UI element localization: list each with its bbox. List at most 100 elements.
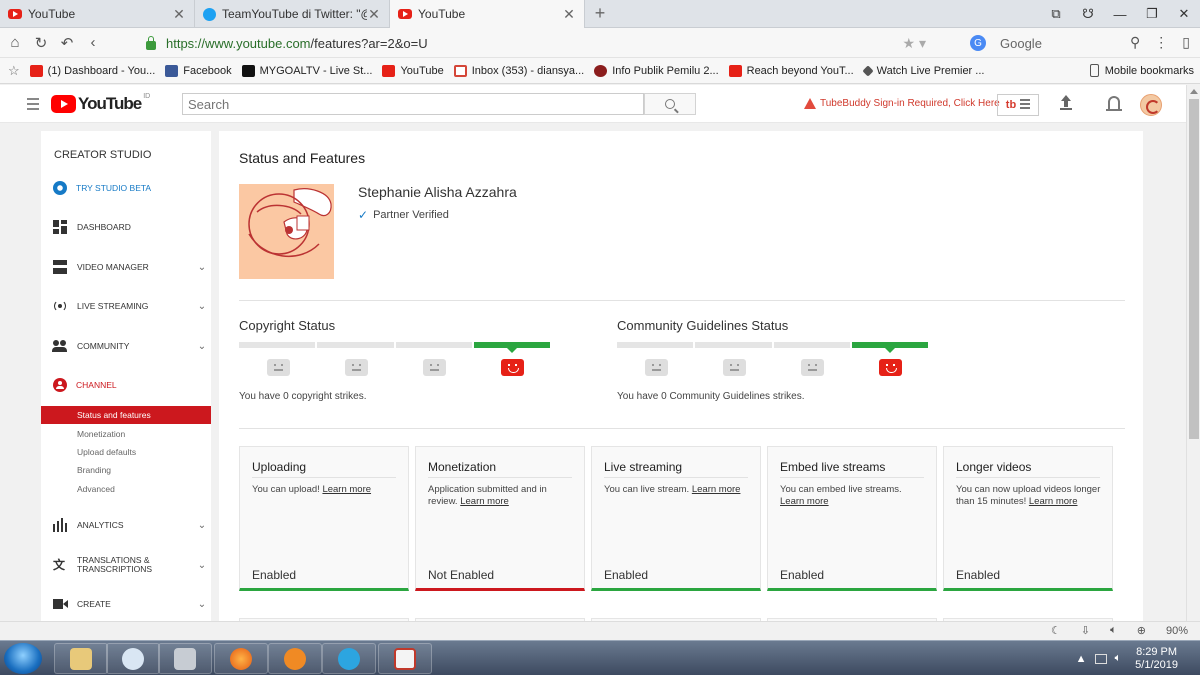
sidebar-sub-monetization[interactable]: Monetization: [41, 425, 211, 443]
search-engine-field[interactable]: G Google: [970, 33, 1130, 53]
upload-icon[interactable]: [1060, 95, 1072, 111]
sidebar-item-live-streaming[interactable]: LIVE STREAMING ⌄: [41, 296, 211, 316]
reload-icon[interactable]: ↻: [28, 34, 54, 52]
minimize-icon[interactable]: —: [1104, 0, 1136, 28]
windows-start-button[interactable]: [4, 643, 42, 674]
learn-more-link[interactable]: Learn more: [460, 496, 509, 507]
zoom-icon[interactable]: ⊕: [1137, 624, 1146, 637]
community-status-meter: [617, 342, 930, 353]
new-tab-icon[interactable]: +: [585, 0, 615, 27]
bookmark-item[interactable]: Info Publik Pemilu 2...: [594, 64, 719, 77]
bookmark-item[interactable]: YouTube: [382, 64, 444, 77]
youtube-logo[interactable]: YouTube ID: [51, 93, 150, 114]
night-mode-icon[interactable]: ☾: [1051, 624, 1061, 637]
tubebuddy-alert[interactable]: TubeBuddy Sign-in Required, Click Here: [804, 98, 1000, 109]
scroll-up-icon[interactable]: [1190, 89, 1198, 94]
mobile-bookmarks[interactable]: Mobile bookmarks: [1089, 64, 1194, 77]
meter-segment: [239, 342, 316, 348]
close-icon[interactable]: ✕: [367, 6, 381, 23]
sidebar-item-translations[interactable]: 文 TRANSLATIONS & TRANSCRIPTIONS ⌄: [41, 555, 211, 575]
browser-tab-active[interactable]: YouTube ✕: [390, 0, 585, 28]
feature-description: Application submitted and in review. Lea…: [428, 484, 574, 508]
notifications-bell-icon[interactable]: [1106, 96, 1122, 111]
chevron-down-icon[interactable]: ⌄: [193, 599, 211, 610]
bookmark-item[interactable]: MYGOALTV - Live St...: [241, 64, 372, 77]
tab-title: YouTube: [28, 7, 76, 21]
gear-icon: [53, 181, 67, 195]
taskbar-telegram[interactable]: [322, 643, 376, 674]
learn-more-link[interactable]: Learn more: [692, 484, 741, 495]
bookmark-item[interactable]: (1) Dashboard - You...: [29, 64, 155, 77]
sidebar-item-create[interactable]: CREATE ⌄: [41, 594, 211, 614]
browser-status-bar: ☾ ⇩ 🔈︎ ⊕ 90%: [0, 621, 1200, 640]
chevron-down-icon[interactable]: ⌄: [193, 301, 211, 312]
search-button[interactable]: [644, 93, 696, 115]
learn-more-link[interactable]: Learn more: [780, 496, 829, 507]
sidebar-item-channel[interactable]: CHANNEL: [41, 375, 211, 395]
close-icon[interactable]: ✕: [562, 6, 576, 23]
chevron-down-icon[interactable]: ⌄: [193, 341, 211, 352]
sidebar-sub-advanced[interactable]: Advanced: [41, 480, 211, 498]
sidebar-sub-branding[interactable]: Branding: [41, 461, 211, 479]
sidebar-item-analytics[interactable]: ANALYTICS ⌄: [41, 515, 211, 535]
channel-avatar[interactable]: [239, 184, 334, 279]
close-window-icon[interactable]: ✕: [1168, 0, 1200, 28]
meter-segment: [695, 342, 772, 348]
show-hidden-icons-icon[interactable]: ▲: [1076, 653, 1087, 665]
url-field[interactable]: https://www.youtube.com/features?ar=2&o=…: [146, 33, 954, 53]
browser-tab[interactable]: YouTube ✕: [0, 0, 195, 28]
zoom-level[interactable]: 90%: [1166, 625, 1188, 637]
search-icon[interactable]: ⚲: [1130, 34, 1140, 51]
taskbar-calculator[interactable]: [158, 643, 212, 674]
close-icon[interactable]: ✕: [172, 6, 186, 23]
bookmark-item[interactable]: Facebook: [165, 64, 232, 77]
sidebar-item-community[interactable]: COMMUNITY ⌄: [41, 336, 211, 356]
restore-icon[interactable]: ❐: [1136, 0, 1168, 28]
page-scrollbar[interactable]: [1186, 85, 1200, 640]
taskbar-active-app[interactable]: [378, 643, 432, 674]
learn-more-link[interactable]: Learn more: [322, 484, 371, 495]
bookmark-item[interactable]: Watch Live Premier ...: [861, 65, 984, 77]
home-icon[interactable]: ⌂: [2, 34, 28, 51]
chevron-down-icon[interactable]: ⌄: [193, 262, 211, 273]
chevron-down-icon[interactable]: ⌄: [193, 520, 211, 531]
copyright-status-meter: [239, 342, 552, 353]
menu-icon[interactable]: ⋮: [1154, 34, 1168, 51]
calculator-icon: [174, 647, 196, 670]
undo-icon[interactable]: ↶: [54, 34, 80, 52]
search-input[interactable]: [182, 93, 644, 115]
bookmark-item[interactable]: Inbox (353) - diansya...: [453, 64, 584, 77]
hamburger-menu-icon[interactable]: [27, 98, 39, 113]
back-icon[interactable]: ‹: [80, 34, 106, 51]
chevron-down-icon[interactable]: ⌄: [193, 560, 211, 571]
volume-icon[interactable]: 🔈︎: [1115, 652, 1122, 665]
tubebuddy-button[interactable]: tb: [997, 94, 1039, 116]
bookmarks-bar: ☆ (1) Dashboard - You... Facebook MYGOAL…: [0, 58, 1200, 84]
avatar[interactable]: [1140, 94, 1162, 116]
app-icon: [394, 647, 416, 670]
extension-icon[interactable]: ☋: [1072, 0, 1104, 28]
bookmark-star-icon[interactable]: ★ ▾: [903, 35, 926, 52]
bookmark-label: YouTube: [400, 64, 444, 77]
taskbar-explorer[interactable]: [54, 643, 108, 674]
bookmarks-icon[interactable]: ▯: [1182, 34, 1190, 51]
tab-tile-icon[interactable]: ⧉: [1040, 0, 1072, 28]
sidebar-item-dashboard[interactable]: DASHBOARD: [41, 217, 211, 237]
network-icon[interactable]: [1094, 653, 1107, 664]
browser-tab[interactable]: TeamYouTube di Twitter: "@D ✕: [195, 0, 390, 28]
clock[interactable]: 8:29 PM 5/1/2019: [1135, 646, 1178, 672]
sidebar-sub-upload-defaults[interactable]: Upload defaults: [41, 443, 211, 461]
sidebar-sub-status-and-features[interactable]: Status and features: [41, 406, 211, 424]
bookmark-item[interactable]: Reach beyond YouT...: [728, 64, 854, 77]
taskbar-firefox[interactable]: [214, 643, 268, 674]
download-icon[interactable]: ⇩: [1081, 624, 1090, 637]
taskbar-paint[interactable]: [106, 643, 160, 674]
scrollbar-thumb[interactable]: [1189, 99, 1199, 439]
neutral-face-icon: [773, 359, 851, 377]
taskbar-uc-browser[interactable]: [268, 643, 322, 674]
sound-icon[interactable]: 🔈︎: [1110, 624, 1117, 637]
star-icon[interactable]: ☆: [8, 63, 20, 79]
sidebar-item-try-studio-beta[interactable]: TRY STUDIO BETA: [41, 178, 211, 198]
learn-more-link[interactable]: Learn more: [1029, 496, 1078, 507]
sidebar-item-video-manager[interactable]: VIDEO MANAGER ⌄: [41, 257, 211, 277]
